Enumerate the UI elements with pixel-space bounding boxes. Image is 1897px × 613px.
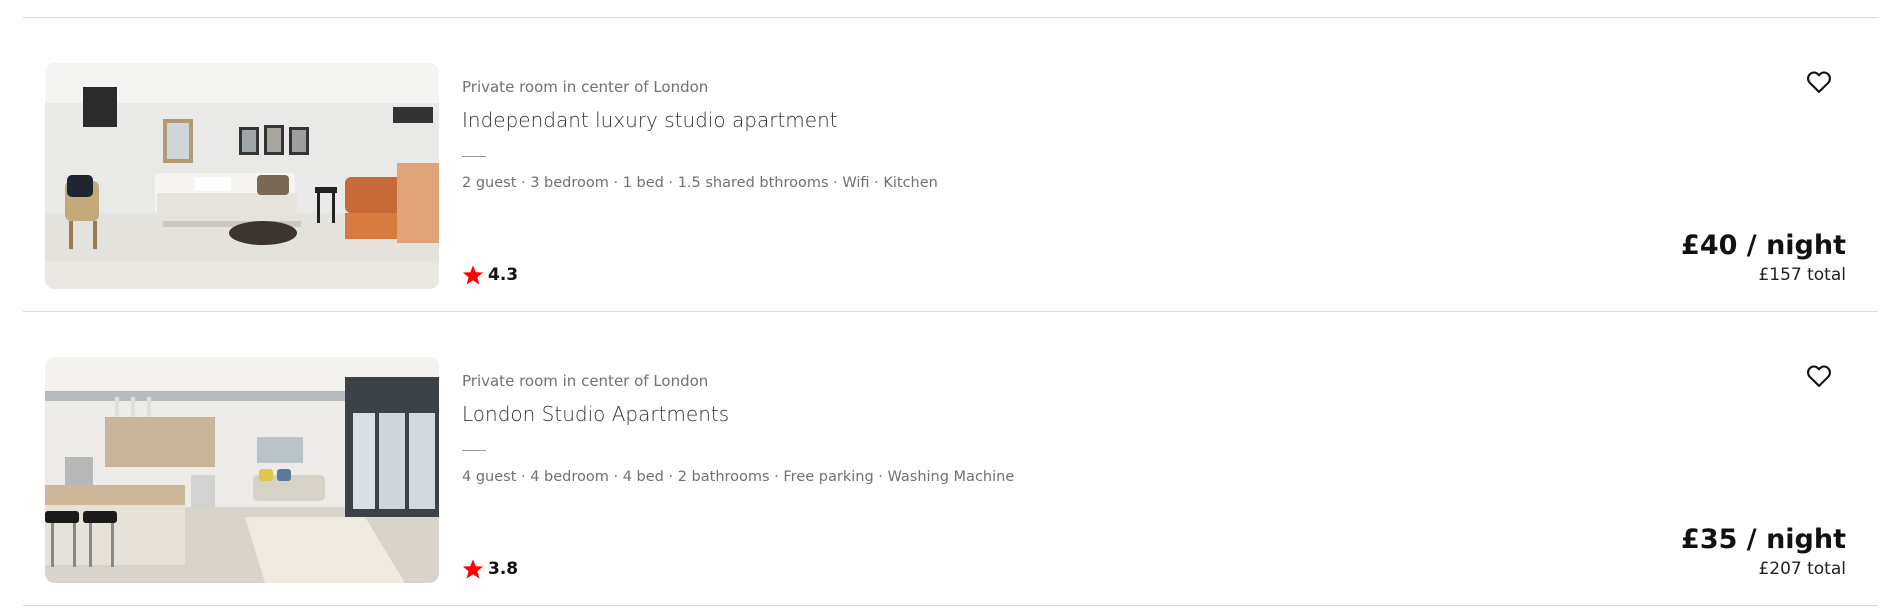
rating-value: 4.3 (488, 265, 519, 285)
search-results-list: Private room in center of London Indepen… (0, 0, 1897, 613)
rating-value: 3.8 (488, 559, 519, 579)
price-total: £207 total (1758, 559, 1846, 579)
listing-card[interactable]: Private room in center of London London … (23, 312, 1878, 604)
favorite-button[interactable] (1805, 362, 1833, 390)
listing-card[interactable]: Private room in center of London Indepen… (23, 18, 1878, 310)
listing-title[interactable]: Independant luxury studio apartment (462, 108, 838, 132)
listing-subtitle: Private room in center of London (462, 372, 709, 390)
price-per-night: £35 / night (1681, 524, 1846, 555)
star-icon (462, 559, 484, 579)
listing-amenities: 2 guest · 3 bedroom · 1 bed · 1.5 shared… (462, 175, 938, 191)
star-icon (462, 265, 484, 285)
listing-subtitle: Private room in center of London (462, 78, 709, 96)
listing-photo[interactable] (45, 357, 439, 583)
listing-rating: 4.3 (462, 263, 518, 287)
listing-title[interactable]: London Studio Apartments (462, 402, 729, 426)
heart-outline-icon (1807, 365, 1831, 387)
listing-rating: 3.8 (462, 557, 518, 581)
short-divider (462, 450, 486, 451)
short-divider (462, 156, 486, 157)
divider (23, 605, 1878, 606)
favorite-button[interactable] (1805, 68, 1833, 96)
listing-photo[interactable] (45, 63, 439, 289)
price-per-night: £40 / night (1681, 230, 1846, 261)
heart-outline-icon (1807, 71, 1831, 93)
price-total: £157 total (1758, 265, 1846, 285)
bedroom-photo-illustration (45, 63, 439, 289)
listing-amenities: 4 guest · 4 bedroom · 4 bed · 2 bathroom… (462, 469, 1015, 485)
kitchen-living-photo-illustration (45, 357, 439, 583)
